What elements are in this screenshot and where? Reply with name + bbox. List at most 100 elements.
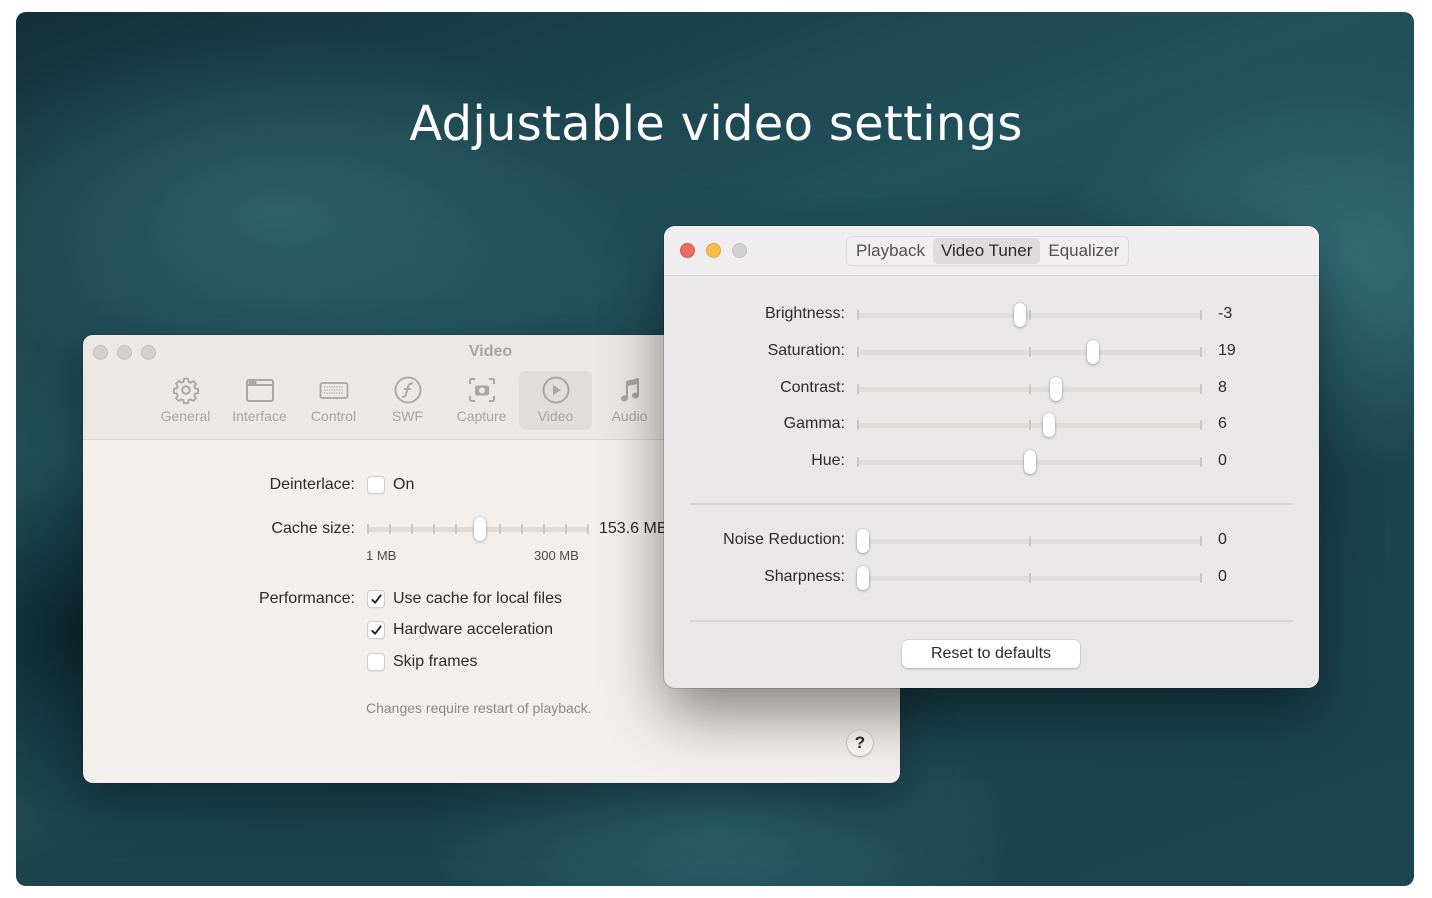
slider-row: Saturation: 19: [664, 339, 1319, 364]
slider-tick: [1200, 457, 1202, 468]
window-icon: [245, 379, 274, 402]
slider-tick: [389, 524, 391, 534]
slider-value: -3: [1218, 305, 1233, 322]
slider-row: Hue: 0: [664, 450, 1319, 475]
slider-value: 0: [1218, 567, 1227, 585]
slider-tick: [857, 310, 859, 320]
slider-thumb[interactable]: [857, 565, 869, 590]
slider-thumb[interactable]: [1043, 413, 1055, 438]
slider-tick: [367, 524, 369, 534]
slider-tick: [1029, 310, 1031, 320]
toolbar-item-interface[interactable]: Interface: [223, 371, 296, 430]
slider-tick: [411, 524, 413, 534]
slider-tick: [1200, 420, 1202, 431]
deinterlace-checkbox[interactable]: [367, 476, 385, 494]
slider-value: 6: [1218, 415, 1227, 433]
slider-thumb[interactable]: [1087, 339, 1099, 364]
toolbar-label: Audio: [611, 408, 648, 424]
slider[interactable]: [857, 565, 1202, 590]
use-cache-checkbox[interactable]: [367, 590, 385, 608]
toolbar-label: Capture: [456, 408, 507, 424]
slider-label: Hue:: [811, 452, 845, 470]
help-button[interactable]: ?: [847, 730, 873, 756]
slider-tick: [1200, 572, 1202, 583]
cache-min-label: 1 MB: [366, 548, 397, 563]
zoom-button[interactable]: [732, 243, 747, 258]
toolbar-item-video[interactable]: Video: [519, 371, 592, 430]
toolbar-item-capture[interactable]: Capture: [445, 371, 518, 430]
cache-size-label: Cache size:: [271, 520, 355, 537]
slider-value: 0: [1218, 531, 1227, 548]
slider[interactable]: [857, 376, 1202, 401]
toolbar-item-audio[interactable]: Audio: [593, 371, 666, 430]
cache-max-label: 300 MB: [534, 548, 579, 563]
close-button[interactable]: [680, 243, 695, 258]
performance-label: Performance:: [258, 590, 355, 607]
slider-tick: [857, 346, 859, 357]
slider-tick: [1029, 383, 1031, 394]
slider-thumb[interactable]: [1024, 450, 1036, 475]
slider-tick: [1029, 572, 1031, 583]
slider-tick: [1029, 346, 1031, 357]
slider-label: Sharpness:: [764, 567, 845, 585]
deinterlace-option-label: On: [393, 476, 415, 493]
slider-row: Noise Reduction: 0: [664, 529, 1319, 553]
minimize-button[interactable]: [706, 243, 721, 258]
preferences-toolbar: General Interface Control SWF Capture Vi…: [149, 371, 667, 430]
slider[interactable]: [857, 339, 1202, 364]
slider-tick: [1200, 536, 1202, 546]
restart-note: Changes require restart of playback.: [366, 700, 592, 716]
window-controls: [680, 243, 747, 258]
slider-value: 19: [1218, 341, 1236, 359]
toolbar-label: Control: [310, 408, 357, 424]
hardware-acceleration-checkbox[interactable]: [367, 621, 385, 639]
play-circle-icon: [542, 376, 569, 404]
headline: Adjustable video settings: [409, 96, 1023, 152]
toolbar-item-general[interactable]: General: [149, 371, 222, 430]
skip-frames-checkbox[interactable]: [367, 653, 385, 671]
slider[interactable]: [857, 529, 1202, 553]
slider-thumb[interactable]: [1014, 303, 1026, 327]
slider-row: Gamma: 6: [664, 413, 1319, 438]
slider-tick: [1200, 383, 1202, 394]
slider-tick: [857, 383, 859, 394]
toolbar-label: SWF: [391, 408, 424, 424]
deinterlace-label: Deinterlace:: [269, 476, 355, 493]
slider-thumb[interactable]: [1050, 376, 1062, 401]
slider-thumb[interactable]: [474, 517, 486, 541]
keyboard-icon: [319, 382, 348, 399]
tab-video-tuner[interactable]: Video Tuner: [932, 238, 1041, 264]
video-tuner-window: Playback Video Tuner Equalizer Brightnes…: [664, 226, 1319, 688]
tab-playback[interactable]: Playback: [848, 238, 933, 264]
slider-tick: [455, 524, 457, 534]
checkmark-icon: [370, 624, 382, 635]
slider-row: Sharpness: 0: [664, 565, 1319, 590]
tab-equalizer[interactable]: Equalizer: [1040, 238, 1127, 264]
slider-tick: [499, 524, 501, 534]
slider-tick: [543, 524, 545, 534]
reset-to-defaults-button[interactable]: Reset to defaults: [902, 640, 1080, 668]
slider-tick: [1029, 536, 1031, 546]
slider-tick: [857, 420, 859, 431]
toolbar-item-control[interactable]: Control: [297, 371, 370, 430]
slider-thumb[interactable]: [857, 529, 869, 553]
slider-label: Contrast:: [780, 378, 845, 396]
toolbar-label: Video: [537, 408, 574, 424]
toolbar-label: Interface: [232, 408, 287, 424]
slider-label: Gamma:: [783, 415, 845, 433]
slider[interactable]: [857, 450, 1202, 475]
slider-row: Contrast: 8: [664, 376, 1319, 401]
slider-tick: [521, 524, 523, 534]
slider-tick: [565, 524, 567, 534]
slider-tick: [433, 524, 435, 534]
hardware-acceleration-label: Hardware acceleration: [393, 621, 554, 638]
toolbar-item-swf[interactable]: SWF: [371, 371, 444, 430]
title-bar: Playback Video Tuner Equalizer: [664, 226, 1319, 276]
cache-size-slider[interactable]: [367, 517, 589, 541]
camera-icon: [468, 378, 495, 402]
cache-size-value: 153.6 MB: [599, 520, 668, 537]
checkmark-icon: [370, 593, 382, 604]
slider[interactable]: [857, 303, 1202, 327]
slider-tick: [587, 524, 589, 534]
slider[interactable]: [857, 413, 1202, 438]
